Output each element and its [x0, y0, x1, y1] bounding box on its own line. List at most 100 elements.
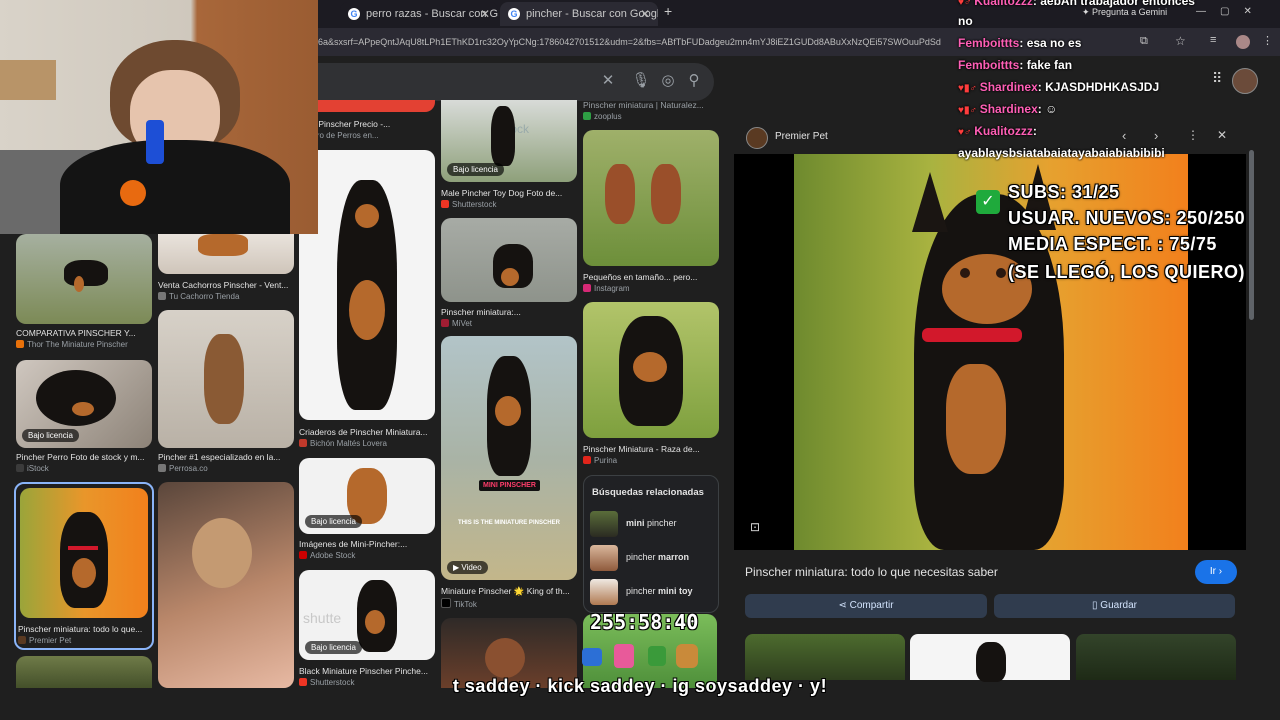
video-badge: ▶ Video: [447, 561, 488, 574]
image-result[interactable]: dero Pinscher Precio -... riadero de Per…: [299, 100, 435, 146]
result-source: Thor The Miniature Pinscher: [16, 340, 152, 349]
result-thumbnail: [583, 130, 719, 266]
tab-title: perro razas - Buscar con Google: [366, 8, 498, 20]
chat-message: ayablaysbsiatabaiatayabaiabiabibibi: [958, 146, 1165, 160]
tab-pincher[interactable]: G pincher - Buscar con Google ✕: [500, 2, 658, 26]
close-panel-icon[interactable]: ✕: [1217, 128, 1227, 142]
chat-message: ♥▮♂ Shardinex: ☺: [958, 102, 1058, 116]
apps-grid-icon[interactable]: ⠿: [1212, 70, 1222, 87]
menu-icon[interactable]: ≡: [1210, 34, 1216, 46]
panel-source[interactable]: Premier Pet: [775, 131, 828, 142]
result-title: Black Miniature Pinscher Pinche...: [299, 666, 428, 676]
more-options-icon[interactable]: ⋮: [1187, 128, 1199, 142]
result-thumbnail: shutte Bajo licencia: [299, 570, 435, 660]
image-result[interactable]: Pinscher miniatura:... MiVet: [441, 218, 577, 330]
image-result[interactable]: MINI PINSCHER THIS IS THE MINIATURE PINS…: [441, 336, 577, 612]
result-title: Pinscher miniatura:...: [441, 307, 521, 317]
panel-title[interactable]: Pinscher miniatura: todo lo que necesita…: [745, 565, 998, 579]
result-title: Imágenes de Mini-Pincher:...: [299, 539, 408, 549]
image-result[interactable]: shutte Bajo licencia Black Miniature Pin…: [299, 570, 435, 688]
tab-perro-razas[interactable]: G perro razas - Buscar con Google ✕: [340, 2, 498, 26]
image-result[interactable]: Pinscher miniatura | Naturalez... zooplu…: [583, 100, 719, 124]
url-field[interactable]: 6a&sxsrf=APpeQntJAqU8tLPh1EThKD1rc32OyYp…: [318, 32, 958, 52]
related-item[interactable]: pincher marron: [584, 542, 718, 574]
result-thumbnail: [299, 150, 435, 420]
bookmark-star-icon[interactable]: ☆: [1175, 34, 1186, 48]
image-result[interactable]: Pincher #1 especializado en la... Perros…: [158, 310, 294, 474]
close-icon[interactable]: ✕: [480, 2, 490, 26]
related-image[interactable]: [745, 634, 905, 680]
microphone-icon[interactable]: 🎙: [631, 71, 651, 91]
pixel-character: [676, 644, 698, 668]
pixel-character: [582, 648, 602, 666]
chat-message: no: [958, 14, 973, 28]
drink-can: [146, 120, 164, 164]
previous-arrow-icon[interactable]: ‹: [1122, 128, 1126, 143]
maximize-button[interactable]: ▢: [1220, 6, 1243, 17]
checkmark-icon: ✓: [976, 190, 1000, 214]
orange-object: [120, 180, 146, 206]
licensed-badge: Bajo licencia: [447, 163, 504, 176]
image-result[interactable]: Pequeños en tamaño... pero... Instagram: [583, 130, 719, 296]
new-tab-button[interactable]: +: [664, 3, 672, 19]
result-title: Venta Cachorros Pinscher - Vent...: [158, 280, 289, 290]
related-searches: Búsquedas relacionadas mini pincher pinc…: [583, 475, 719, 613]
result-thumbnail: [441, 218, 577, 302]
result-source: Instagram: [583, 284, 719, 293]
related-image[interactable]: [1076, 634, 1236, 680]
result-source: MiVet: [441, 319, 577, 328]
image-result[interactable]: Bajo licencia Pincher Perro Foto de stoc…: [16, 360, 152, 476]
image-result[interactable]: Criaderos de Pinscher Miniatura... Bichó…: [299, 150, 435, 452]
result-thumbnail: stock Bajo licencia: [441, 100, 577, 182]
image-result-partial[interactable]: [158, 482, 294, 688]
search-icon[interactable]: ⚲: [684, 71, 704, 91]
badge-icon: ♥▮♂: [958, 105, 980, 116]
profile-avatar[interactable]: [1236, 35, 1250, 49]
image-result[interactable]: stock Bajo licencia Male Pincher Toy Dog…: [441, 100, 577, 212]
related-item[interactable]: mini pincher: [584, 508, 718, 540]
gemini-button[interactable]: ✦ Pregunta a Gemini: [1082, 7, 1167, 18]
result-thumbnail: Bajo licencia: [299, 458, 435, 534]
google-icon: G: [348, 8, 360, 20]
licensed-badge: Bajo licencia: [305, 641, 362, 654]
extensions-icon[interactable]: ⧉: [1140, 35, 1148, 48]
image-result[interactable]: Pinscher Miniatura - Raza de... Purina: [583, 302, 719, 468]
panel-scrollbar[interactable]: [1249, 150, 1254, 320]
image-result[interactable]: Venta Cachorros Pinscher - Vent... Tu Ca…: [158, 234, 294, 304]
result-title: Pinscher miniatura | Naturalez...: [583, 100, 704, 110]
close-icon[interactable]: ✕: [640, 2, 650, 26]
share-button[interactable]: ⋖ Compartir: [745, 594, 987, 618]
clear-search-icon[interactable]: ✕: [598, 71, 618, 91]
result-source: Bichón Maltés Lovera: [299, 439, 435, 448]
licensed-badge: Bajo licencia: [22, 429, 79, 442]
image-result[interactable]: Bajo licencia Imágenes de Mini-Pincher:.…: [299, 458, 435, 564]
lens-search-icon[interactable]: ⊡: [750, 520, 760, 534]
chat-message: ♥♂ Kualitozzz:: [958, 124, 1037, 138]
image-result-selected[interactable]: Pinscher miniatura: todo lo que... Premi…: [14, 482, 154, 650]
result-title: Pincher Perro Foto de stock y m...: [16, 452, 145, 462]
save-button[interactable]: ▯ Guardar: [994, 594, 1235, 618]
video-caption: MINI PINSCHER: [479, 480, 540, 491]
result-source: Perrosa.co: [158, 464, 294, 473]
goal-subs: SUBS: 31/25: [1008, 182, 1120, 202]
related-image[interactable]: [910, 634, 1070, 682]
related-label: mini pincher: [626, 518, 677, 528]
related-item[interactable]: pincher mini toy: [584, 576, 718, 608]
account-avatar[interactable]: [1232, 68, 1258, 94]
close-window-button[interactable]: ✕: [1243, 6, 1265, 17]
visit-button[interactable]: Ir ›: [1195, 560, 1237, 584]
badge-icon: ♥♂: [958, 0, 975, 8]
result-thumbnail: [158, 310, 294, 448]
goal-avg-viewers: MEDIA ESPECT. : 75/75: [1008, 234, 1217, 254]
related-thumbnail: [590, 579, 618, 605]
related-heading: Búsquedas relacionadas: [592, 487, 704, 498]
more-icon[interactable]: ⋮: [1262, 34, 1273, 47]
result-source: zooplus: [583, 112, 719, 121]
minimize-button[interactable]: —: [1196, 6, 1220, 17]
result-source: Adobe Stock: [299, 551, 435, 560]
lens-icon[interactable]: ◎: [658, 71, 678, 91]
save-label: Guardar: [1100, 600, 1137, 611]
image-result[interactable]: COMPARATIVA PINSCHER Y... Thor The Minia…: [16, 234, 152, 354]
goal-note: (SE LLEGÓ, LOS QUIERO): [1008, 262, 1246, 282]
next-arrow-icon[interactable]: ›: [1154, 128, 1158, 143]
